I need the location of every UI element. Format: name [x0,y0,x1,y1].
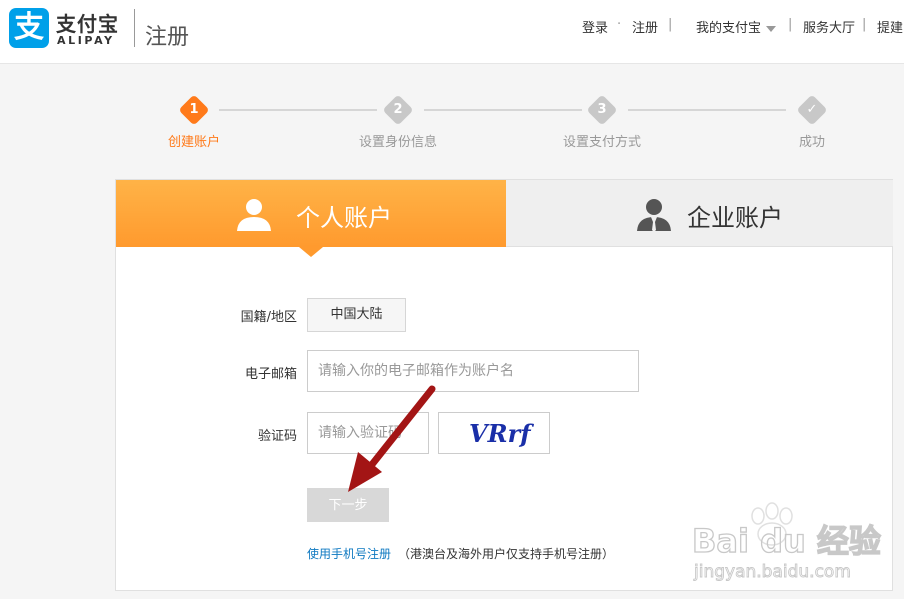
step-connector [219,109,377,111]
email-label: 电子邮箱 [244,367,297,382]
chevron-down-icon [766,25,777,32]
alipay-logo-icon[interactable]: 支 [9,8,49,48]
nav-separator: | [862,17,867,32]
step-3-marker: 3 [586,94,618,126]
watermark-brand: Bai du 经验 [692,522,881,560]
step-connector [424,109,582,111]
phone-register-link[interactable]: 使用手机号注册 [307,545,391,562]
service-hall-link[interactable]: 服务大厅 [803,17,855,36]
baidu-watermark: Bai du 经验 jingyan.baidu.com [692,502,882,582]
step-3-label: 设置支付方式 [562,135,642,150]
business-user-icon [637,199,671,232]
nav-separator: | [788,17,793,32]
top-header: 支 支付宝 ALIPAY 注册 登录 · 注册 | 我的支付宝 | 服务大厅 |… [0,0,904,64]
country-select[interactable]: 中国大陆 [307,298,406,332]
nav-separator: | [668,17,673,32]
step-1-label: 创建账户 [167,135,221,150]
email-field[interactable]: 请输入你的电子邮箱作为账户名 [307,350,639,392]
logo-text-cn[interactable]: 支付宝 [56,8,119,37]
check-icon: ✓ [796,94,828,126]
logo-divider [134,9,135,47]
step-1-marker: 1 [178,94,210,126]
login-link[interactable]: 登录 [582,17,608,36]
captcha-text: VRrf [469,419,534,448]
step-connector [628,109,786,111]
tab-personal-account[interactable]: 个人账户 [116,180,506,257]
my-alipay-label: 我的支付宝 [696,21,762,36]
nav-dot-separator: · [617,17,622,32]
logo-text-en: ALIPAY [57,34,115,47]
step-2-label: 设置身份信息 [358,135,438,150]
captcha-field[interactable]: 请输入验证码 [307,412,429,454]
phone-register-note: （港澳台及海外用户仅支持手机号注册） [398,547,615,561]
step-4-label: 成功 [798,135,826,150]
watermark-url: jingyan.baidu.com [693,562,851,582]
tab-company-account[interactable]: 企业账户 [506,180,893,247]
my-alipay-menu[interactable]: 我的支付宝 [696,17,777,36]
captcha-image[interactable]: VRrf [438,412,550,454]
user-icon [237,199,271,231]
suggestion-link[interactable]: 提建 [877,17,903,36]
register-link[interactable]: 注册 [632,17,658,36]
country-label: 国籍/地区 [240,310,297,325]
tab-company-label: 企业账户 [687,204,783,232]
next-step-button[interactable]: 下一步 [307,488,389,522]
step-2-marker: 2 [382,94,414,126]
page-title: 注册 [145,25,190,50]
tab-personal-label: 个人账户 [296,204,392,232]
tab-pointer [299,247,323,257]
captcha-label: 验证码 [257,429,297,444]
